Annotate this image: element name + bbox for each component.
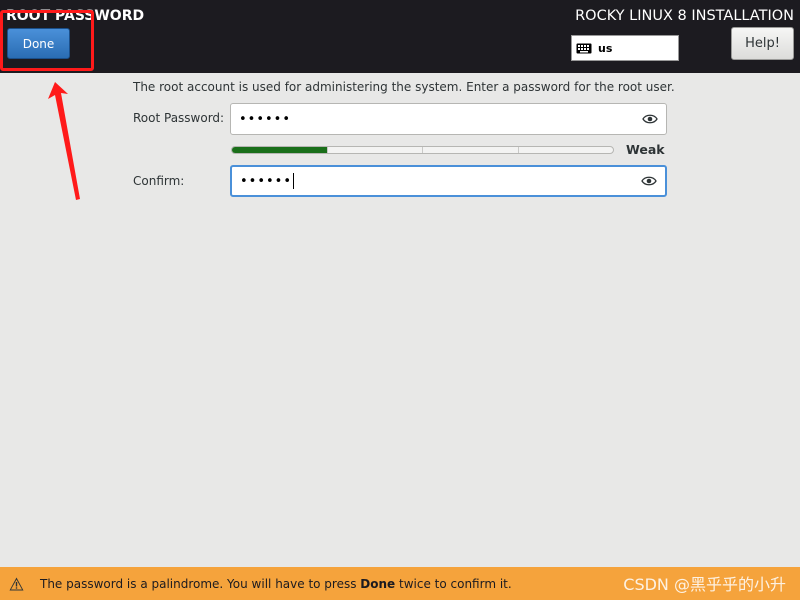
warning-text-before: The password is a palindrome. You will h… — [40, 576, 361, 591]
warning-text-after: twice to confirm it. — [395, 576, 512, 591]
root-password-field[interactable]: •••••• — [230, 103, 667, 135]
confirm-password-value: •••••• — [240, 173, 293, 189]
root-password-label: Root Password: — [133, 111, 225, 125]
warning-text-bold: Done — [360, 576, 396, 591]
root-password-value: •••••• — [239, 111, 292, 127]
confirm-label: Confirm: — [133, 174, 185, 188]
product-title: ROCKY LINUX 8 INSTALLATION — [575, 8, 794, 24]
keyboard-icon — [576, 43, 592, 53]
strength-segment — [423, 147, 519, 153]
text-cursor — [293, 173, 295, 189]
warning-message: The password is a palindrome. You will h… — [40, 577, 512, 591]
eye-icon[interactable] — [641, 175, 657, 187]
done-button[interactable]: Done — [7, 28, 70, 59]
strength-label: Weak — [626, 142, 665, 157]
eye-icon[interactable] — [642, 113, 658, 125]
strength-segment — [232, 147, 328, 153]
keyboard-layout-indicator[interactable]: us — [571, 35, 679, 61]
strength-segment — [519, 147, 614, 153]
page-title: ROOT PASSWORD — [6, 8, 145, 24]
help-button[interactable]: Help! — [731, 27, 794, 60]
keyboard-layout-label: us — [598, 41, 613, 55]
confirm-password-field[interactable]: •••••• — [230, 165, 667, 197]
header-bar: ROOT PASSWORD Done ROCKY LINUX 8 INSTALL… — [0, 0, 800, 73]
warning-icon — [9, 577, 24, 590]
watermark: CSDN @黑乎乎的小升 — [623, 575, 786, 594]
strength-segment — [328, 147, 423, 153]
password-strength-meter — [231, 146, 614, 154]
intro-text: The root account is used for administeri… — [133, 80, 675, 94]
